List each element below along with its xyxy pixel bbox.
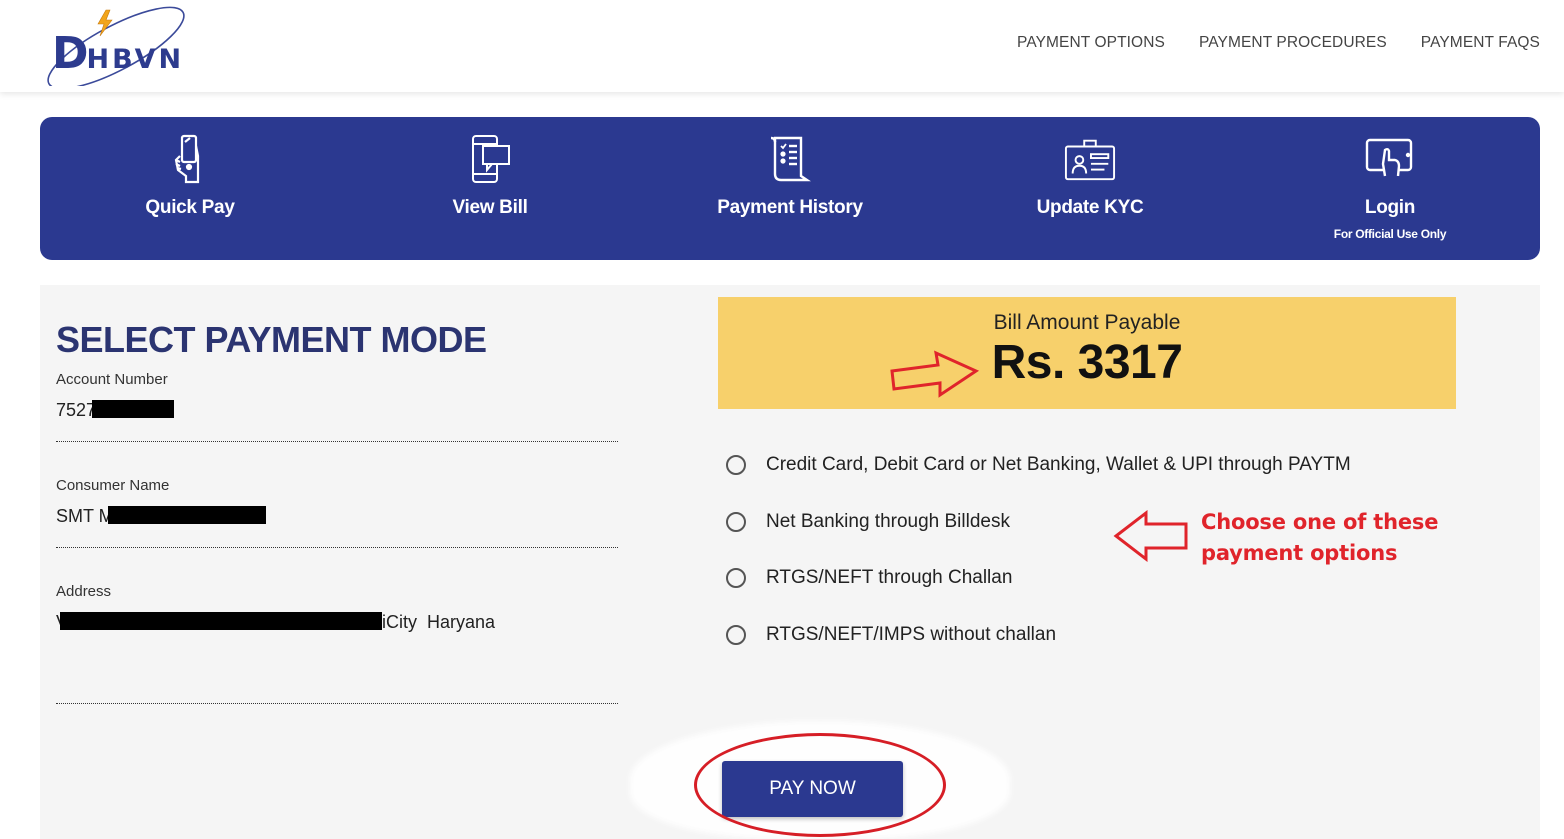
logo-rest: HBVN [86, 44, 185, 75]
address-field: Address ViCity Haryana [56, 583, 618, 704]
quicknav-label: Payment History [717, 197, 863, 218]
field-value: 7527 [56, 400, 175, 421]
radio-button[interactable] [726, 624, 746, 645]
site-header: DHBVN PAYMENT OPTIONS PAYMENT PROCEDURES… [0, 0, 1564, 92]
quicknav-label: Update KYC [1036, 197, 1144, 218]
pay-now-button[interactable]: PAY NOW [722, 761, 903, 817]
quicknav-sublabel: For Official Use Only [1333, 227, 1447, 241]
id-card-icon [1064, 133, 1116, 185]
account-number-visible: 7527 [56, 400, 97, 420]
quicknav-update-kyc[interactable]: Update KYC [940, 117, 1240, 260]
nav-payment-faqs[interactable]: PAYMENT FAQS [1421, 34, 1540, 52]
page-title: SELECT PAYMENT MODE [56, 319, 487, 360]
option-paytm[interactable]: Credit Card, Debit Card or Net Banking, … [726, 437, 1351, 494]
quicknav-view-bill[interactable]: View Bill [340, 117, 640, 260]
option-label: RTGS/NEFT through Challan [766, 567, 1013, 589]
option-label: Credit Card, Debit Card or Net Banking, … [766, 454, 1351, 476]
annotation-line: Choose one of these [1201, 510, 1439, 534]
annotation-text: Choose one of these payment options [1201, 507, 1438, 569]
annotation-line: payment options [1201, 541, 1398, 565]
option-rtgs-no-challan[interactable]: RTGS/NEFT/IMPS without challan [726, 607, 1351, 664]
field-value: SMT M [56, 506, 266, 527]
radio-button[interactable] [726, 568, 746, 589]
consumer-name-visible: SMT M [56, 506, 114, 526]
field-value: ViCity Haryana [56, 612, 495, 633]
field-label: Account Number [56, 371, 168, 388]
account-number-field: Account Number 7527 [56, 371, 618, 442]
quick-navigation-bar: Quick Pay View Bill Payment History Upda… [40, 117, 1540, 260]
redaction-bar [60, 612, 383, 630]
radio-button[interactable] [726, 455, 746, 476]
radio-button[interactable] [726, 511, 746, 532]
logo-initial: D [52, 28, 89, 79]
bill-amount-value: Rs. 3317 [991, 336, 1183, 389]
redaction-bar [92, 400, 175, 418]
field-label: Address [56, 583, 112, 600]
top-navigation: PAYMENT OPTIONS PAYMENT PROCEDURES PAYME… [1017, 34, 1540, 52]
option-label: Net Banking through Billdesk [766, 510, 1010, 532]
annotation-arrow-left-icon [1113, 510, 1188, 562]
nav-payment-procedures[interactable]: PAYMENT PROCEDURES [1199, 34, 1387, 52]
quicknav-quick-pay[interactable]: Quick Pay [40, 117, 340, 260]
tablet-touch-icon [1364, 133, 1416, 185]
field-label: Consumer Name [56, 477, 170, 494]
receipt-scroll-icon [764, 133, 816, 185]
quicknav-label: Login [1364, 197, 1416, 218]
quicknav-label: Quick Pay [145, 197, 235, 218]
phone-message-icon [464, 133, 516, 185]
option-label: RTGS/NEFT/IMPS without challan [766, 623, 1057, 645]
annotation-arrow-right-icon [890, 350, 980, 398]
payment-panel: SELECT PAYMENT MODE Account Number 7527 … [40, 285, 1540, 839]
dhbvn-logo[interactable]: DHBVN [38, 6, 198, 86]
quicknav-login[interactable]: Login For Official Use Only [1240, 117, 1540, 260]
address-visible-end: iCity Haryana [382, 612, 496, 632]
quicknav-payment-history[interactable]: Payment History [640, 117, 940, 260]
quicknav-label: View Bill [452, 197, 528, 218]
nav-payment-options[interactable]: PAYMENT OPTIONS [1017, 34, 1165, 52]
hand-phone-icon [164, 133, 216, 185]
bill-amount-label: Bill Amount Payable [993, 311, 1181, 334]
logo-text: DHBVN [52, 28, 184, 79]
redaction-bar [107, 506, 266, 524]
bill-amount-box: Bill Amount Payable Rs. 3317 [718, 297, 1456, 409]
consumer-name-field: Consumer Name SMT M [56, 477, 618, 548]
